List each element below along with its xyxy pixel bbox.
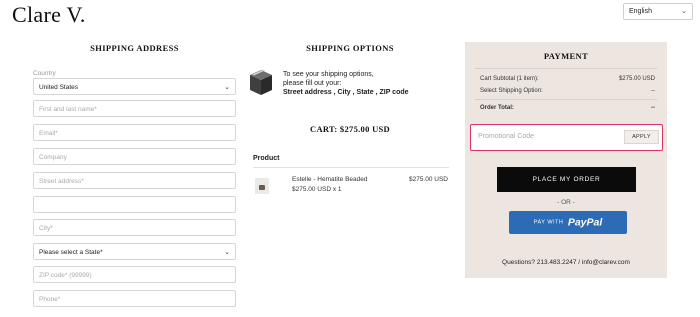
- product-column-header: Product: [253, 155, 280, 162]
- language-select[interactable]: English ⌄: [623, 3, 693, 20]
- subtotal-row: Cart Subtotal (1 item): $275.00 USD: [480, 76, 655, 82]
- language-selected-value: English: [629, 8, 652, 15]
- promo-code-group: Promotional Code APPLY: [470, 124, 663, 151]
- order-total-row: Order Total: --: [480, 105, 655, 111]
- subtotal-label: Cart Subtotal (1 item):: [480, 76, 539, 82]
- payment-divider: [475, 99, 657, 100]
- order-total-label: Order Total:: [480, 105, 514, 111]
- chevron-down-icon: ⌄: [681, 8, 687, 15]
- shipping-message-line2: please fill out your:: [283, 80, 342, 87]
- place-order-button[interactable]: PLACE MY ORDER: [497, 167, 636, 192]
- product-quantity-price: $275.00 USD x 1: [292, 186, 342, 193]
- payment-divider: [475, 68, 657, 69]
- product-divider: [253, 167, 449, 168]
- contact-info: Questions? 213.483.2247 / info@clarev.co…: [502, 259, 630, 266]
- shipping-option-value: --: [651, 88, 655, 94]
- payment-panel: PAYMENT Cart Subtotal (1 item): $275.00 …: [465, 42, 667, 278]
- city-field[interactable]: City*: [33, 219, 236, 236]
- shipping-message-required: Street address , City , State , ZIP code: [283, 89, 409, 96]
- shipping-message-line1: To see your shipping options,: [283, 71, 374, 78]
- product-thumbnail: [255, 178, 269, 194]
- promo-code-input[interactable]: Promotional Code: [476, 129, 622, 145]
- chevron-down-icon: ⌄: [224, 249, 230, 256]
- company-field[interactable]: Company: [33, 148, 236, 165]
- country-selected-value: United States: [39, 84, 79, 91]
- shipping-address-title: SHIPPING ADDRESS: [90, 43, 179, 53]
- package-box-icon: [249, 69, 273, 96]
- payment-title: PAYMENT: [543, 51, 589, 61]
- shipping-option-row: Select Shipping Option: --: [480, 88, 655, 94]
- product-name: Estelle - Hematite Beaded: [292, 176, 368, 183]
- paypal-pay-with-text: PAY WITH: [533, 219, 564, 226]
- street-address-line2-field[interactable]: [33, 196, 236, 213]
- shipping-options-title: SHIPPING OPTIONS: [306, 43, 394, 53]
- chevron-down-icon: ⌄: [224, 84, 230, 91]
- or-divider-text: - OR -: [557, 199, 575, 206]
- shipping-options-message: To see your shipping options, please fil…: [283, 70, 453, 97]
- apply-promo-button[interactable]: APPLY: [624, 130, 659, 144]
- country-label: Country: [33, 70, 56, 77]
- name-field[interactable]: First and last name*: [33, 100, 236, 117]
- street-address-field[interactable]: Street address*: [33, 172, 236, 189]
- shipping-option-label: Select Shipping Option:: [480, 88, 543, 94]
- order-total-value: --: [651, 105, 655, 111]
- paypal-button[interactable]: PAY WITH PayPal: [509, 211, 627, 234]
- country-select[interactable]: United States ⌄: [33, 78, 236, 95]
- subtotal-value: $275.00 USD: [618, 76, 655, 82]
- state-selected-value: Please select a State*: [39, 249, 103, 256]
- email-field[interactable]: Email*: [33, 124, 236, 141]
- paypal-logo: PayPal: [567, 216, 603, 229]
- brand-logo[interactable]: Clare V.: [12, 2, 86, 28]
- cart-total: CART: $275.00 USD: [310, 124, 390, 134]
- phone-field[interactable]: Phone*: [33, 290, 236, 307]
- zip-code-field[interactable]: ZIP code* (99999): [33, 266, 236, 283]
- state-select[interactable]: Please select a State* ⌄: [33, 243, 236, 260]
- product-price: $275.00 USD: [408, 176, 448, 183]
